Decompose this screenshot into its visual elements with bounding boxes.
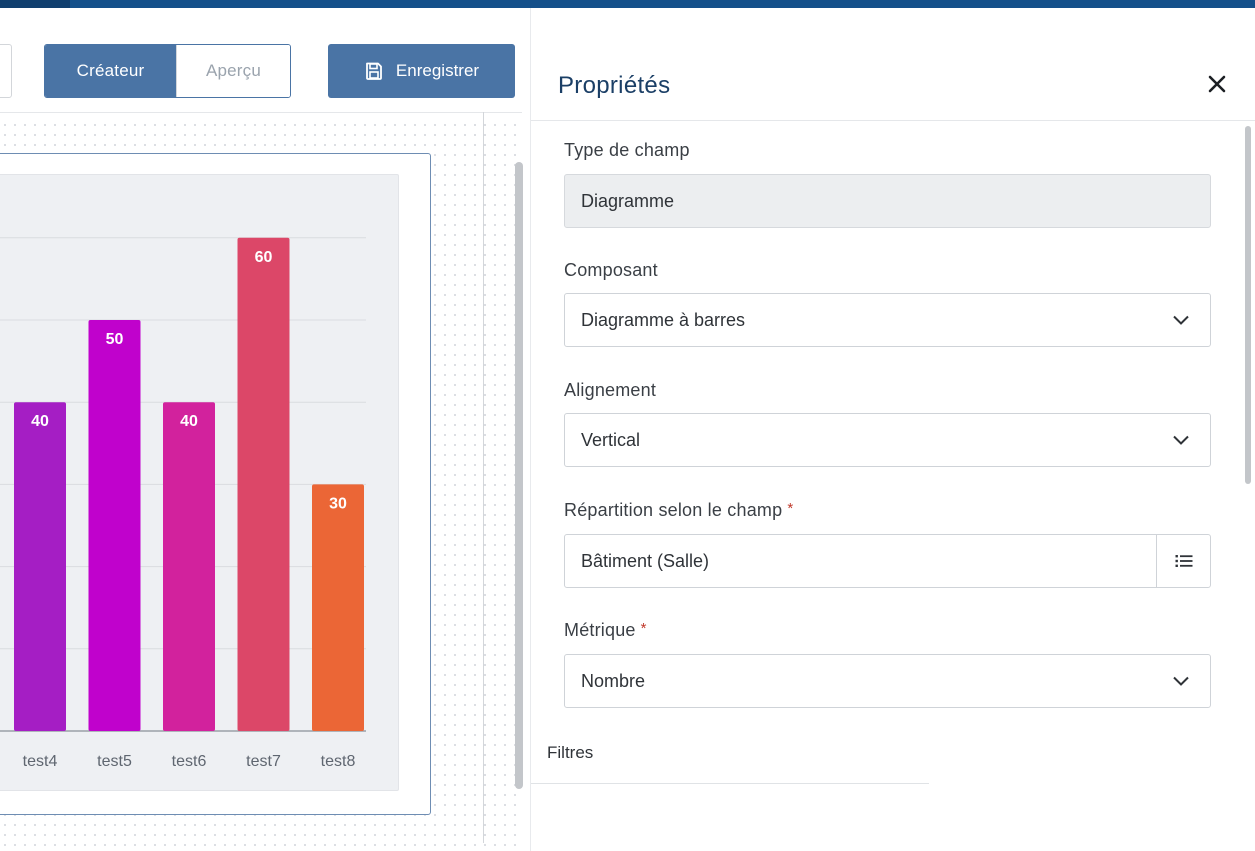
required-marker: *	[640, 620, 647, 637]
list-icon	[1175, 555, 1192, 567]
chart-tick-label: test4	[23, 753, 58, 770]
top-accent-bar	[0, 0, 1255, 8]
panel-title: Propriétés	[558, 72, 671, 99]
distribution-field[interactable]: Bâtiment (Salle)	[564, 534, 1211, 588]
properties-panel: Propriétés Type de champ Diagramme Compo…	[530, 8, 1255, 851]
chart-data-label: 40	[180, 413, 198, 430]
distribution-label: Répartition selon le champ *	[564, 500, 793, 521]
required-marker: *	[787, 500, 794, 517]
chart-tick-label: test8	[321, 753, 356, 770]
alignment-value: Vertical	[581, 429, 641, 450]
chart-bar-test8[interactable]	[312, 484, 364, 731]
close-icon	[1208, 75, 1226, 93]
panel-header-divider	[531, 120, 1255, 121]
component-value: Diagramme à barres	[581, 309, 746, 330]
metric-value: Nombre	[581, 670, 646, 691]
chart-data-label: 40	[31, 413, 49, 430]
chart-data-label: 60	[255, 249, 273, 266]
metric-label: Métrique *	[564, 620, 647, 641]
bar-chart: 40 50 40 60 30 test4 test5 test6 test7 test8	[0, 237, 366, 770]
chevron-down-icon	[1173, 676, 1189, 686]
chart-tick-label: test5	[97, 753, 132, 770]
chart-tick-label: test7	[246, 753, 281, 770]
field-picker-button[interactable]	[1156, 535, 1210, 587]
alignment-select[interactable]: Vertical	[564, 413, 1211, 467]
chart-bar-test4[interactable]	[14, 402, 66, 731]
chart-data-label: 30	[329, 495, 347, 512]
chart-tick-label: test6	[172, 753, 207, 770]
alignment-label: Alignement	[564, 380, 657, 400]
chart-bar-test7[interactable]	[237, 237, 290, 732]
field-type-input: Diagramme	[564, 174, 1211, 228]
metric-select[interactable]: Nombre	[564, 654, 1211, 708]
component-select[interactable]: Diagramme à barres	[564, 293, 1211, 347]
field-type-label: Type de champ	[564, 140, 690, 160]
filters-section-title[interactable]: Filtres	[547, 743, 593, 763]
metric-label-text: Métrique	[564, 620, 636, 640]
component-label: Composant	[564, 260, 658, 280]
chevron-down-icon	[1173, 315, 1189, 325]
panel-scrollbar[interactable]	[1245, 126, 1251, 484]
chevron-down-icon	[1173, 435, 1189, 445]
close-panel-button[interactable]	[1203, 70, 1231, 98]
chart-bar-test5[interactable]	[88, 320, 141, 731]
distribution-value: Bâtiment (Salle)	[581, 550, 710, 571]
top-accent-notch	[0, 0, 70, 8]
chart-data-label: 50	[106, 331, 124, 348]
chart-category-labels: test4 test5 test6 test7 test8	[23, 753, 356, 770]
field-type-value: Diagramme	[581, 190, 675, 211]
filters-section-divider	[531, 783, 929, 784]
distribution-label-text: Répartition selon le champ	[564, 500, 783, 520]
chart-bar-test6[interactable]	[163, 402, 215, 731]
